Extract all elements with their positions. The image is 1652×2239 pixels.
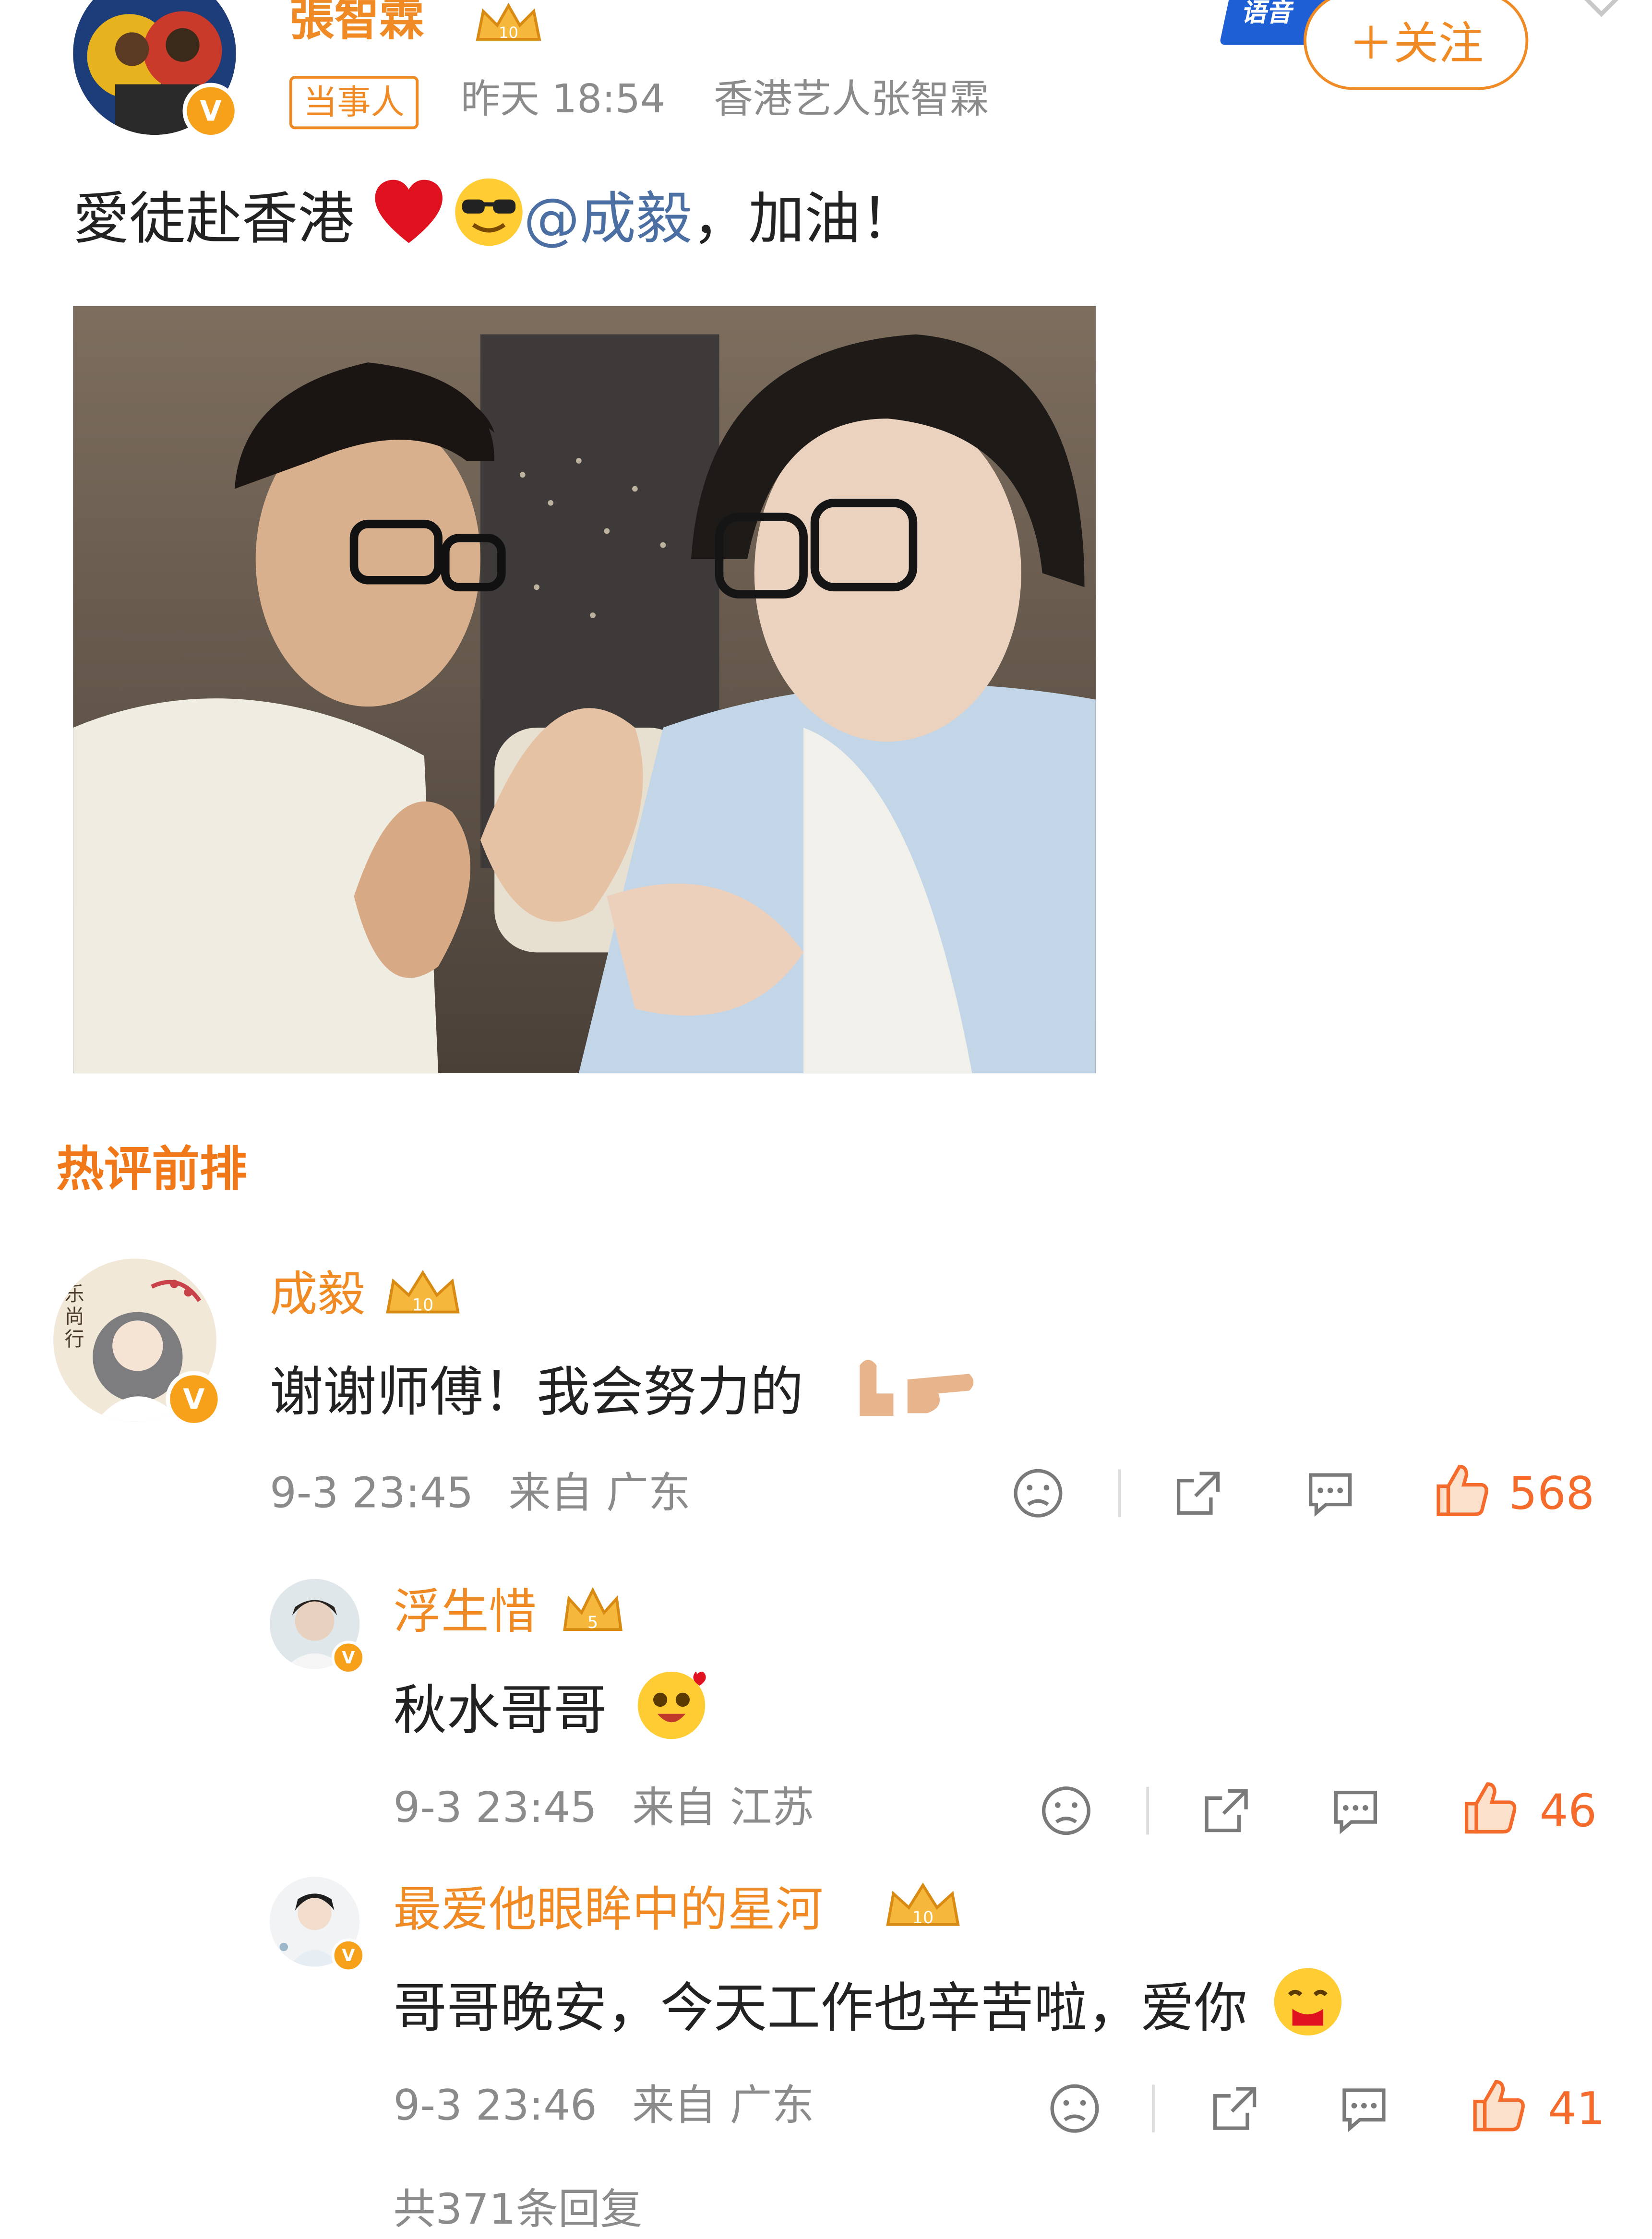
share-icon[interactable] (1208, 2082, 1261, 2135)
reply-date: 9-3 23:46 (393, 2082, 597, 2131)
verified-badge-icon: V (182, 83, 239, 139)
post-text-prefix: 愛徒赴香港 (73, 187, 354, 252)
reply-date: 9-3 23:45 (393, 1784, 597, 1833)
author-tag: 当事人 (289, 76, 419, 130)
svg-text:10: 10 (499, 24, 518, 42)
reply-text-body: 秋水哥哥 (393, 1679, 607, 1741)
comment-avatar-text: 乐尚行 (64, 1284, 84, 1352)
dislike-icon[interactable] (1048, 2082, 1101, 2135)
reply-user[interactable]: 浮生惜 (394, 1582, 537, 1644)
author-name[interactable]: 張智霖 (289, 0, 424, 48)
reply-user[interactable]: 最爱他眼眸中的星河 (394, 1880, 824, 1941)
thumbs-up-icon[interactable] (1461, 1778, 1520, 1837)
hand-emoji (840, 1352, 981, 1440)
post-time: 昨天 18:54 (460, 76, 666, 122)
verified-badge-icon: V (331, 1938, 365, 1973)
share-icon[interactable] (1172, 1467, 1225, 1520)
post-text: 愛徒赴香港 @成毅，加油！ (73, 177, 917, 268)
heart-emoji (372, 179, 445, 267)
comment-text-body: 谢谢师傅！我会努力的 (269, 1361, 804, 1423)
thumbs-up-icon[interactable] (1433, 1461, 1492, 1520)
comment-user[interactable]: 成毅 (270, 1264, 365, 1326)
verified-badge-icon: V (331, 1640, 365, 1675)
comment-text: 谢谢师傅！我会努力的 (270, 1352, 981, 1440)
reply-location: 来自 江苏 (632, 1784, 814, 1833)
post-photo[interactable] (73, 306, 1096, 1074)
author-description: 香港艺人张智霖 (713, 76, 989, 122)
crown-level-icon: 10 (475, 2, 542, 51)
dislike-icon[interactable] (1040, 1784, 1093, 1837)
svg-text:10: 10 (912, 1908, 934, 1928)
mention-link[interactable]: @成毅 (524, 188, 692, 252)
verified-badge-icon: V (166, 1371, 222, 1427)
sunglasses-emoji (454, 177, 524, 268)
comment-icon[interactable] (1304, 1467, 1357, 1520)
reply-text: 秋水哥哥 (394, 1666, 711, 1761)
like-count: 568 (1508, 1466, 1595, 1520)
action-divider (1146, 1786, 1149, 1835)
like-count: 46 (1539, 1784, 1597, 1838)
action-divider (1118, 1469, 1121, 1517)
post-text-suffix: ，加油！ (692, 187, 917, 252)
thumbs-up-icon[interactable] (1469, 2076, 1528, 2135)
follow-button[interactable]: ＋关注 (1304, 0, 1529, 90)
reply-location: 来自 广东 (632, 2082, 814, 2131)
reply-text-body: 哥哥晚安，今天工作也辛苦啦，爱你 (393, 1977, 1248, 2039)
hug-emoji (1270, 1964, 1346, 2059)
post-photo-art (73, 306, 1096, 1074)
share-icon[interactable] (1199, 1784, 1253, 1837)
crown-level-icon: 10 (885, 1882, 961, 1936)
more-replies-link[interactable]: 共371条回复 (394, 2183, 643, 2239)
dislike-icon[interactable] (1011, 1467, 1065, 1520)
comment-date: 9-3 23:45 (269, 1469, 474, 1519)
more-chevron-icon[interactable] (1573, 0, 1629, 31)
action-divider (1151, 2084, 1155, 2132)
comment-icon[interactable] (1329, 1784, 1382, 1837)
comment-icon[interactable] (1337, 2082, 1390, 2135)
svg-text:5: 5 (587, 1613, 598, 1632)
svg-text:10: 10 (412, 1295, 434, 1315)
section-title: 热评前排 (56, 1142, 248, 1198)
reply-text: 哥哥晚安，今天工作也辛苦啦，爱你 (394, 1964, 1346, 2059)
crown-level-icon: 5 (562, 1587, 624, 1640)
love-emoji (635, 1666, 711, 1761)
like-count: 41 (1548, 2082, 1605, 2135)
crown-level-icon: 10 (385, 1270, 461, 1323)
comment-location: 来自 广东 (508, 1469, 691, 1519)
